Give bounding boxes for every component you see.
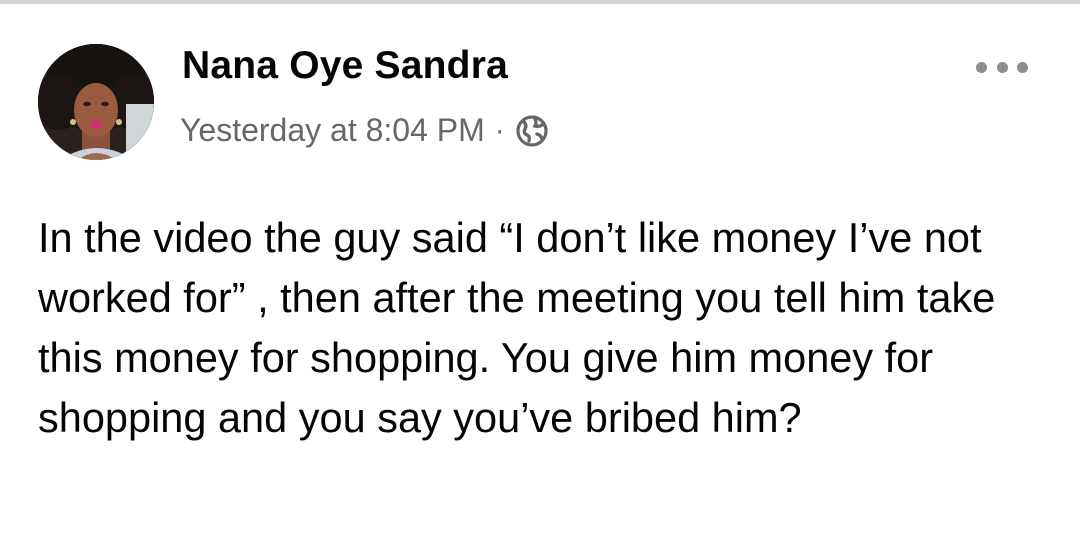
post-body-text: In the video the guy said “I don’t like … xyxy=(38,214,996,441)
facebook-post: Nana Oye Sandra Yesterday at 8:04 PM · I… xyxy=(0,0,1080,548)
author-name[interactable]: Nana Oye Sandra xyxy=(182,44,508,88)
more-options-icon[interactable] xyxy=(976,52,1028,82)
meta-separator: · xyxy=(494,113,505,147)
globe-icon[interactable] xyxy=(515,114,549,148)
more-dot xyxy=(996,61,1008,73)
more-dot xyxy=(1017,61,1028,73)
author-avatar[interactable] xyxy=(38,44,154,160)
top-divider xyxy=(0,0,1080,4)
post-timestamp[interactable]: Yesterday at 8:04 PM xyxy=(180,112,485,149)
post-meta: Yesterday at 8:04 PM · xyxy=(180,112,549,149)
more-dot xyxy=(976,61,987,73)
